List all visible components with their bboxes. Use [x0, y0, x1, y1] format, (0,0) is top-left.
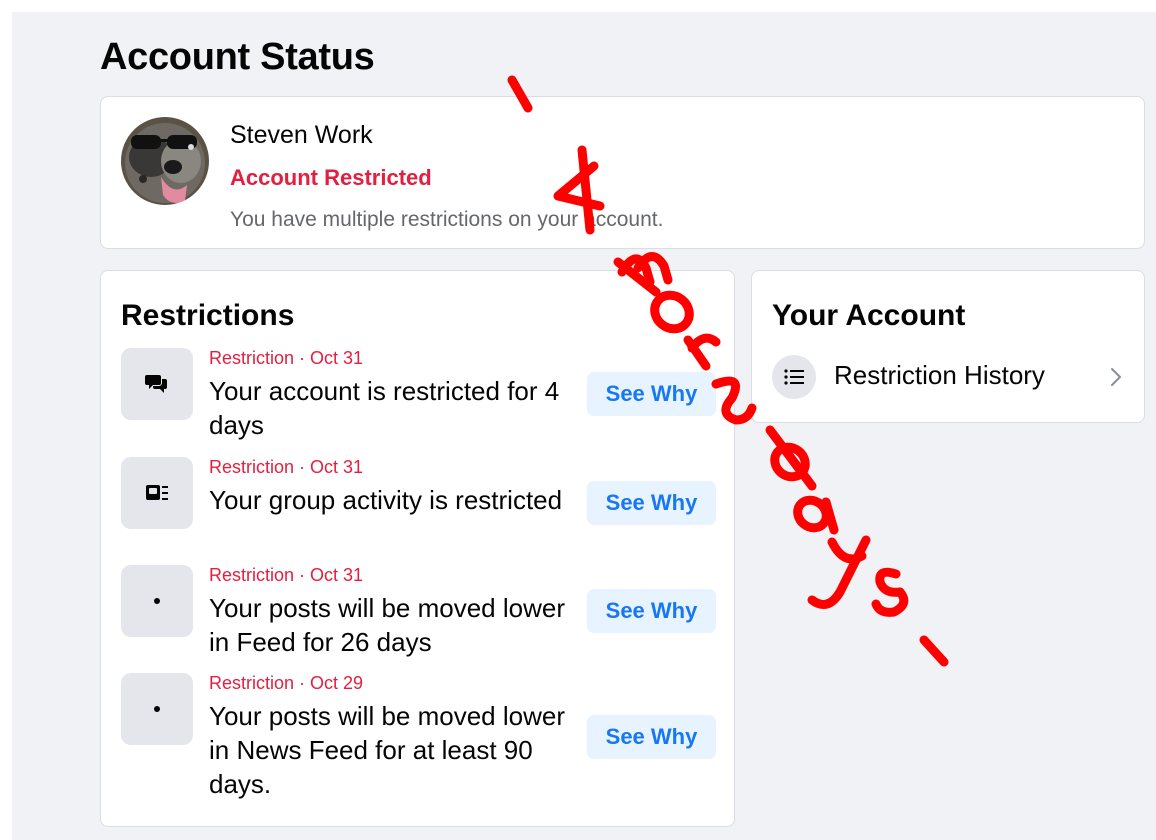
your-account-card: Your Account Restriction History	[751, 270, 1145, 423]
restrictions-title: Restrictions	[121, 299, 295, 332]
user-name[interactable]: Steven Work	[230, 121, 373, 150]
account-status-label: Account Restricted	[230, 165, 432, 190]
account-status-card: Steven Work Account Restricted You have …	[100, 96, 1145, 249]
avatar[interactable]	[121, 117, 209, 205]
restriction-item: Restriction · Oct 29 Your posts will be …	[121, 673, 721, 813]
restriction-date: Restriction · Oct 31	[209, 348, 364, 368]
restriction-item: Restriction · Oct 31 Your posts will be …	[121, 565, 721, 665]
restrictions-card: Restrictions Restriction · Oct 31 Your a…	[100, 270, 735, 827]
restriction-history-link[interactable]: Restriction History	[772, 355, 1126, 399]
page-title: Account Status	[100, 36, 375, 78]
restriction-item: Restriction · Oct 31 Your group activity…	[121, 457, 721, 557]
see-why-button[interactable]: See Why	[587, 372, 716, 416]
see-why-button[interactable]: See Why	[587, 589, 716, 633]
see-why-button[interactable]: See Why	[587, 481, 716, 525]
status-description: You have multiple restrictions on your a…	[230, 208, 664, 231]
group-list-icon	[121, 457, 193, 529]
chat-bubbles-icon	[121, 348, 193, 420]
dot-icon	[121, 565, 193, 637]
top-band	[0, 0, 1156, 12]
dot-icon	[121, 673, 193, 745]
chevron-right-icon	[1111, 368, 1121, 386]
avatar-dog-image	[121, 117, 209, 205]
left-gutter	[0, 0, 12, 840]
restriction-history-label: Restriction History	[834, 360, 1045, 390]
see-why-button[interactable]: See Why	[587, 715, 716, 759]
restriction-text: Your posts will be moved lower in Feed f…	[209, 593, 565, 657]
restriction-item: Restriction · Oct 31 Your account is res…	[121, 348, 721, 448]
restriction-date: Restriction · Oct 29	[209, 673, 364, 693]
your-account-title: Your Account	[772, 299, 966, 332]
restriction-text: Your account is restricted for 4 days	[209, 376, 560, 440]
list-icon	[772, 355, 816, 399]
restriction-text: Your posts will be moved lower in News F…	[209, 701, 565, 799]
restriction-text: Your group activity is restricted	[209, 485, 563, 515]
restriction-date: Restriction · Oct 31	[209, 457, 364, 477]
restriction-date: Restriction · Oct 31	[209, 565, 364, 585]
